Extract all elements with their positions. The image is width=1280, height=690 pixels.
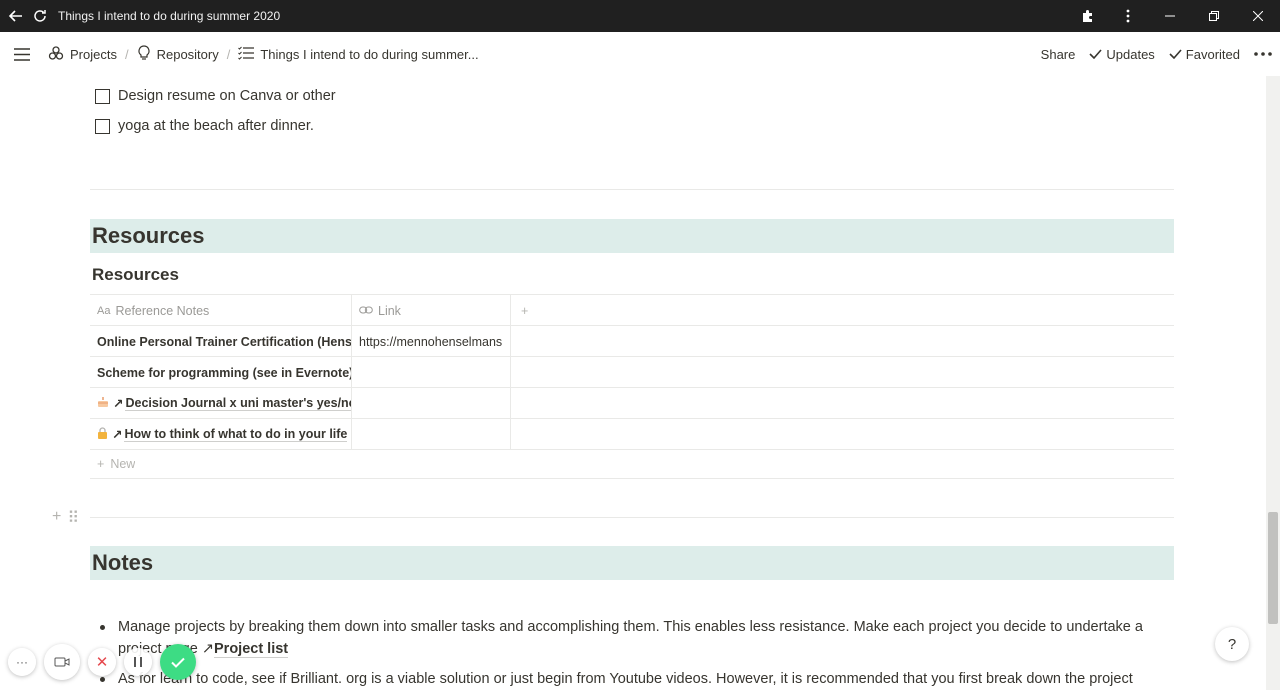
cancel-recording-icon[interactable]: ✕ xyxy=(88,648,116,676)
page-link-arrow-icon: ↗ xyxy=(201,641,214,657)
favorited-label: Favorited xyxy=(1185,46,1240,62)
share-button[interactable]: Share xyxy=(1041,47,1076,62)
todo-item[interactable]: yoga at the beach after dinner. xyxy=(95,118,314,134)
table-row[interactable]: Online Personal Trainer Certification (H… xyxy=(90,325,1174,357)
breadcrumb-label: Repository xyxy=(156,46,219,62)
page-link-label[interactable]: How to think of what to do in your life xyxy=(124,427,348,442)
divider xyxy=(90,517,1174,518)
camera-icon[interactable] xyxy=(44,644,80,680)
column-label: Reference Notes xyxy=(115,303,210,318)
bullet-text: As for learn to code, see if Brilliant. … xyxy=(118,671,1133,687)
todo-label[interactable]: yoga at the beach after dinner. xyxy=(118,118,314,134)
todo-checkbox[interactable] xyxy=(95,118,110,134)
scrollbar-thumb[interactable] xyxy=(1268,512,1278,624)
link-icon xyxy=(359,304,373,318)
page-topbar: Projects / Repository / Things I intend … xyxy=(0,32,1280,76)
restore-icon[interactable] xyxy=(1192,0,1236,32)
cell-reference-note[interactable]: ↗ How to think of what to do in your lif… xyxy=(90,419,352,450)
new-row-button[interactable]: + New xyxy=(90,449,1174,479)
recording-toolbar: ··· ✕ xyxy=(8,644,196,680)
breadcrumb-label: Projects xyxy=(70,46,117,62)
cell-reference-note[interactable]: Scheme for programming (see in Evernote) xyxy=(90,357,352,388)
cell-link[interactable] xyxy=(352,388,511,419)
divider xyxy=(90,189,1174,190)
new-row-label: New xyxy=(110,457,136,471)
breadcrumb-label: Things I intend to do during summer... xyxy=(260,46,479,62)
drag-handle-icon[interactable]: ⠿ xyxy=(67,508,79,528)
breadcrumb-current-page[interactable]: Things I intend to do during summer... xyxy=(234,46,482,63)
minimize-icon[interactable] xyxy=(1148,0,1192,32)
new-row-content: + New xyxy=(97,450,135,478)
favorited-button[interactable]: Favorited xyxy=(1169,47,1240,62)
text-type-icon: Aa xyxy=(97,304,111,317)
notes-heading[interactable]: Notes xyxy=(90,546,1174,580)
breadcrumb-repository[interactable]: Repository xyxy=(133,44,223,64)
checkmark-icon xyxy=(1089,47,1102,62)
list-icon xyxy=(238,46,255,63)
updates-button[interactable]: Updates xyxy=(1089,46,1155,62)
more-options-icon[interactable] xyxy=(1254,52,1272,56)
add-block-icon[interactable]: + xyxy=(52,508,61,528)
heading-text: Resources xyxy=(92,223,205,248)
share-label: Share xyxy=(1040,46,1076,62)
reload-icon[interactable] xyxy=(24,0,56,32)
cell-reference-note[interactable]: Online Personal Trainer Certification (H… xyxy=(90,326,352,357)
add-column-icon[interactable]: + xyxy=(511,295,541,326)
list-item[interactable]: Manage projects by breaking them down in… xyxy=(100,616,1180,660)
checkmark-icon xyxy=(1169,47,1182,62)
column-header-reference-notes[interactable]: Aa Reference Notes xyxy=(90,295,352,326)
database-title[interactable]: Resources xyxy=(92,265,179,285)
projects-icon xyxy=(48,45,64,64)
cell-link[interactable]: https://mennohenselmans xyxy=(352,326,511,357)
todo-label[interactable]: Design resume on Canva or other xyxy=(118,88,336,104)
window-title: Things I intend to do during summer 2020 xyxy=(58,9,281,23)
breadcrumb-separator: / xyxy=(226,46,231,62)
resources-heading[interactable]: Resources xyxy=(90,219,1174,253)
table-row[interactable]: Scheme for programming (see in Evernote) xyxy=(90,356,1174,388)
extension-puzzle-icon[interactable] xyxy=(1068,0,1108,32)
breadcrumb-separator: / xyxy=(124,46,129,62)
column-label: Link xyxy=(378,303,401,318)
column-header-link[interactable]: Link xyxy=(352,295,511,326)
list-item[interactable]: As for learn to code, see if Brilliant. … xyxy=(100,668,1180,690)
breadcrumb-projects[interactable]: Projects xyxy=(44,45,121,64)
help-button[interactable]: ? xyxy=(1215,627,1249,661)
page-link-arrow-icon: ↗ xyxy=(112,428,123,442)
project-list-link[interactable]: Project list xyxy=(214,641,289,658)
sidebar-menu-icon[interactable] xyxy=(0,32,44,76)
todo-checkbox[interactable] xyxy=(95,88,110,104)
updates-label: Updates xyxy=(1106,46,1155,62)
lightbulb-icon xyxy=(137,44,151,64)
confirm-check-icon[interactable] xyxy=(160,644,196,680)
pause-icon[interactable] xyxy=(124,648,152,676)
cell-link[interactable] xyxy=(352,419,511,450)
table-row[interactable]: ↗ Decision Journal x uni master's yes/no xyxy=(90,387,1174,419)
page-content: Design resume on Canva or other yoga at … xyxy=(0,76,1266,690)
notes-list: Manage projects by breaking them down in… xyxy=(100,616,1180,690)
close-window-icon[interactable] xyxy=(1236,0,1280,32)
cell-reference-note[interactable]: ↗ Decision Journal x uni master's yes/no xyxy=(90,388,352,419)
help-label: ? xyxy=(1227,635,1237,653)
page-link-label[interactable]: Decision Journal x uni master's yes/no xyxy=(125,396,351,411)
lock-icon xyxy=(97,427,108,442)
more-horizontal-icon[interactable]: ··· xyxy=(8,648,36,676)
todo-item[interactable]: Design resume on Canva or other xyxy=(95,88,336,104)
block-handle[interactable]: + ⠿ xyxy=(52,508,79,528)
table-row[interactable]: ↗ How to think of what to do in your lif… xyxy=(90,418,1174,450)
cell-link[interactable] xyxy=(352,357,511,388)
cake-icon xyxy=(97,396,109,411)
table-header-row: Aa Reference Notes Link + xyxy=(90,294,1174,326)
page-link-arrow-icon: ↗ xyxy=(113,397,124,411)
plus-icon: + xyxy=(97,457,105,471)
heading-text: Notes xyxy=(92,550,154,575)
window-titlebar: Things I intend to do during summer 2020 xyxy=(0,0,1280,32)
more-vertical-icon[interactable] xyxy=(1108,0,1148,32)
